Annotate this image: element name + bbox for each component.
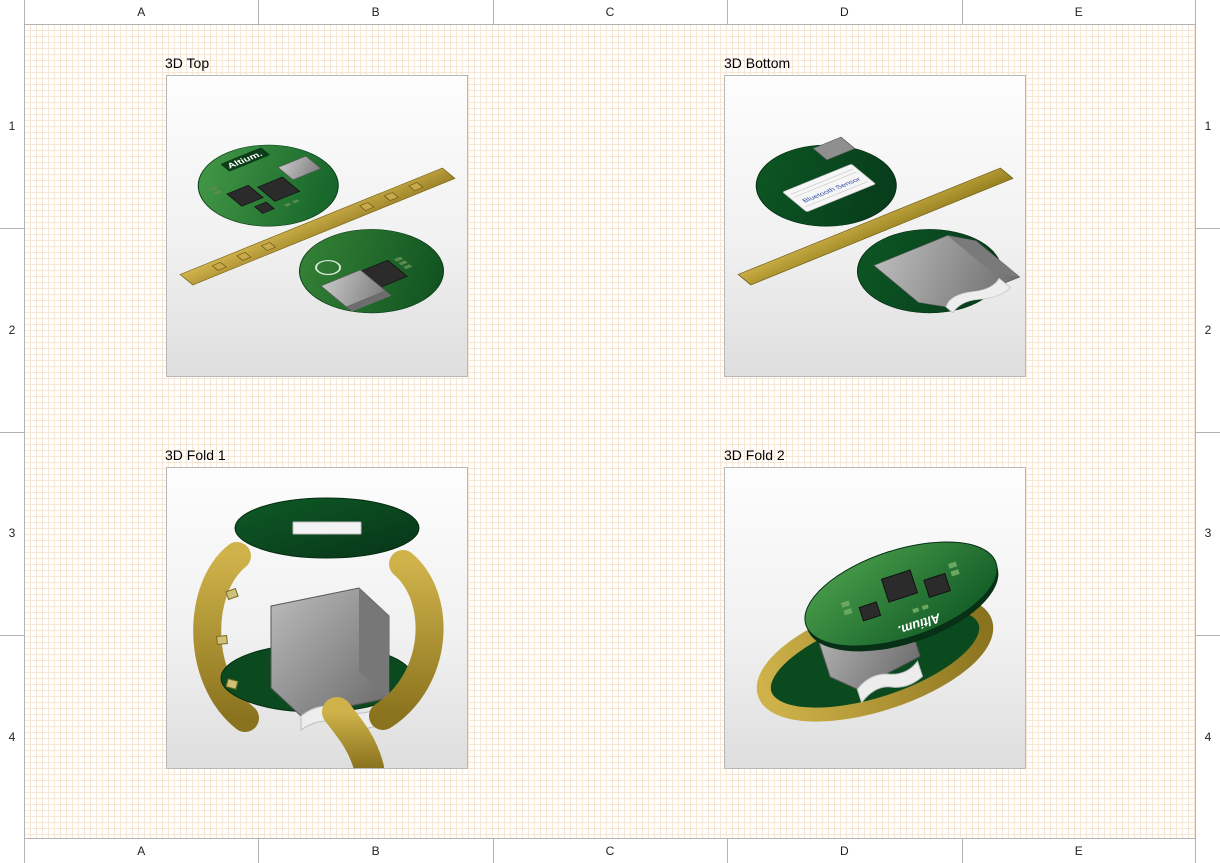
ruler-row-3: 3 — [0, 432, 24, 636]
ruler-row-4: 4 — [0, 635, 24, 839]
ruler-tick — [1196, 635, 1220, 636]
ruler-tick — [962, 0, 963, 24]
ruler-col-A: A — [24, 839, 258, 863]
ruler-tick — [1196, 228, 1220, 229]
ruler-tick — [0, 635, 24, 636]
flex-ring-right — [383, 564, 430, 716]
ruler-col-D: D — [727, 839, 961, 863]
ruler-row-2: 2 — [1196, 228, 1220, 432]
ruler-tick — [727, 839, 728, 863]
view-3d-fold1 — [166, 467, 468, 769]
ruler-col-B: B — [258, 839, 492, 863]
ruler-tick — [493, 839, 494, 863]
ruler-left: 1234 — [0, 0, 25, 863]
render-3d-bottom: Bluetooth Sensor — [725, 76, 1025, 376]
ruler-tick — [0, 432, 24, 433]
view-label-3d-top: 3D Top — [165, 55, 209, 71]
ruler-tick — [0, 228, 24, 229]
ruler-row-4: 4 — [1196, 635, 1220, 839]
schematic-sheet: ABCDE ABCDE 1234 1234 3D Top 3D Bottom 3… — [0, 0, 1220, 863]
view-label-3d-fold2: 3D Fold 2 — [724, 447, 785, 463]
view-3d-bottom: Bluetooth Sensor — [724, 75, 1026, 377]
ruler-right: 1234 — [1195, 0, 1220, 863]
ruler-col-D: D — [727, 0, 961, 24]
render-3d-fold1 — [167, 468, 467, 768]
ruler-col-C: C — [493, 0, 727, 24]
ruler-row-3: 3 — [1196, 432, 1220, 636]
ruler-tick — [258, 839, 259, 863]
ruler-tick — [727, 0, 728, 24]
ruler-row-1: 1 — [0, 24, 24, 228]
ruler-row-2: 2 — [0, 228, 24, 432]
render-3d-fold2: Altium. — [725, 468, 1025, 768]
views-area: 3D Top 3D Bottom 3D Fold 1 3D Fold 2 — [24, 24, 1196, 839]
view-3d-top: Altium. — [166, 75, 468, 377]
ruler-tick — [258, 0, 259, 24]
ruler-tick — [1196, 432, 1220, 433]
ruler-col-B: B — [258, 0, 492, 24]
view-label-3d-fold1: 3D Fold 1 — [165, 447, 226, 463]
ruler-col-E: E — [962, 839, 1196, 863]
ruler-col-A: A — [24, 0, 258, 24]
render-3d-top: Altium. — [167, 76, 467, 376]
view-3d-fold2: Altium. — [724, 467, 1026, 769]
view-label-3d-bottom: 3D Bottom — [724, 55, 790, 71]
ruler-bottom: ABCDE — [0, 838, 1220, 863]
ruler-col-E: E — [962, 0, 1196, 24]
ruler-row-1: 1 — [1196, 24, 1220, 228]
ruler-col-C: C — [493, 839, 727, 863]
ruler-tick — [962, 839, 963, 863]
ruler-top: ABCDE — [0, 0, 1220, 25]
ruler-tick — [493, 0, 494, 24]
